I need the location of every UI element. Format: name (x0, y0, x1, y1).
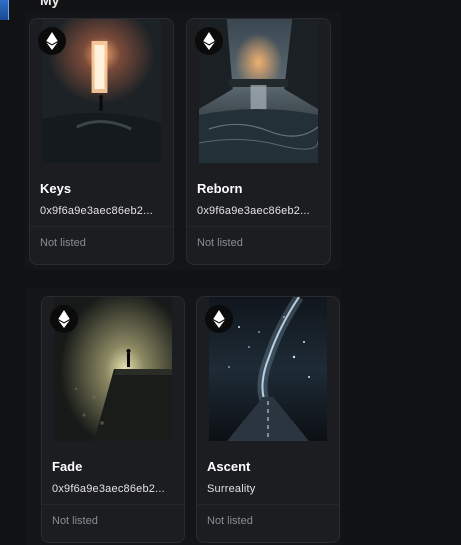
nft-title[interactable]: Ascent (207, 459, 250, 474)
nft-owner-address: 0x9f6a9e3aec86eb2... (40, 205, 153, 217)
ethereum-icon (205, 305, 233, 333)
nft-title[interactable]: Fade (52, 459, 82, 474)
ethereum-icon (38, 27, 66, 55)
listing-status: Not listed (197, 237, 243, 249)
nft-gallery-page: My Keys 0x9f6a9e3aec86eb2... Not listed … (0, 0, 461, 545)
nft-card-ascent[interactable]: Ascent Surreality Not listed (196, 296, 340, 543)
nft-owner-address: 0x9f6a9e3aec86eb2... (197, 205, 310, 217)
card-divider (187, 226, 330, 227)
listing-status: Not listed (207, 515, 253, 527)
nft-card-fade[interactable]: Fade 0x9f6a9e3aec86eb2... Not listed (41, 296, 185, 543)
nft-collection-name[interactable]: Surreality (207, 483, 255, 495)
ethereum-icon (195, 27, 223, 55)
card-divider (42, 504, 184, 505)
ethereum-icon (50, 305, 78, 333)
nft-title[interactable]: Reborn (197, 181, 243, 196)
nft-card-reborn[interactable]: Reborn 0x9f6a9e3aec86eb2... Not listed (186, 18, 331, 265)
card-divider (30, 226, 173, 227)
app-icon[interactable] (0, 0, 9, 20)
listing-status: Not listed (52, 515, 98, 527)
nft-title[interactable]: Keys (40, 181, 71, 196)
nft-owner-address: 0x9f6a9e3aec86eb2... (52, 483, 165, 495)
card-divider (197, 504, 339, 505)
nft-card-keys[interactable]: Keys 0x9f6a9e3aec86eb2... Not listed (29, 18, 174, 265)
listing-status: Not listed (40, 237, 86, 249)
section-title: My (40, 0, 60, 8)
